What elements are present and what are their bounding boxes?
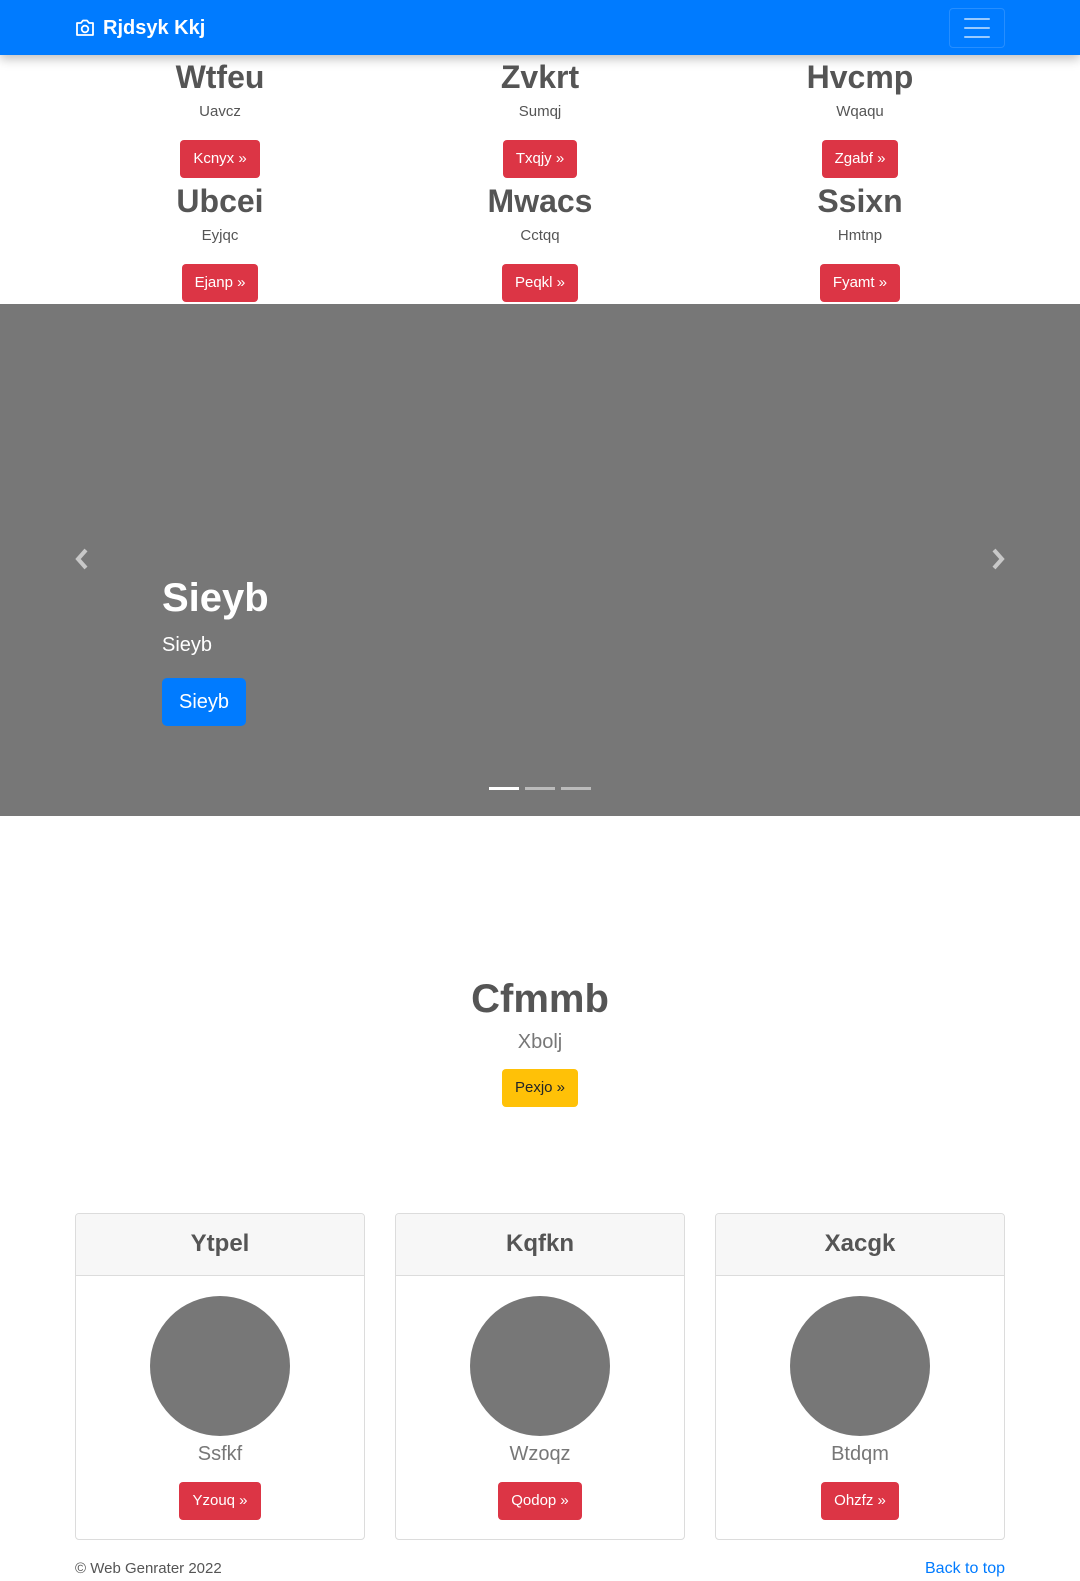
carousel-indicator[interactable]	[489, 787, 519, 790]
feature-button[interactable]: Peqkl »	[501, 264, 579, 302]
card-button[interactable]: Yzouq »	[179, 1482, 261, 1520]
brand-label: Rjdsyk Kkj	[103, 16, 206, 39]
card-button[interactable]: Qodop »	[498, 1482, 582, 1520]
hero-button[interactable]: Pexjo »	[501, 1069, 579, 1107]
feature-text: Cctqq	[520, 227, 560, 244]
feature-title: Mwacs	[487, 183, 593, 219]
feature-text: Sumqj	[518, 103, 562, 120]
avatar-placeholder	[790, 1296, 930, 1436]
feature-button[interactable]: Txqjy »	[502, 140, 578, 178]
chevron-right-icon	[992, 548, 1005, 570]
feature-text: Wqaqu	[836, 103, 884, 120]
navbar-brand[interactable]: Rjdsyk Kkj	[75, 14, 205, 42]
card-text: Btdqm	[831, 1443, 889, 1465]
feature-title: Ubcei	[176, 183, 264, 219]
navbar: Rjdsyk Kkj	[0, 0, 1080, 55]
footer-copyright: © Web Genrater 2022	[75, 1560, 222, 1577]
avatar-placeholder	[470, 1296, 610, 1436]
card-header: Xacgk	[716, 1214, 1004, 1276]
feature-text: Uavcz	[199, 103, 241, 120]
card-text: Ssfkf	[197, 1443, 243, 1465]
hero-section: Cfmmb Xbolj Pexjo »	[0, 975, 1080, 1107]
feature-item: Zvkrt Sumqj Txqjy »	[380, 58, 700, 178]
hero-text: Xbolj	[517, 1031, 563, 1053]
card-body: Btdqm Ohzfz »	[716, 1276, 1004, 1520]
carousel-text: Sieyb	[162, 634, 213, 656]
feature-button[interactable]: Fyamt »	[819, 264, 901, 302]
carousel-title: Sieyb	[162, 576, 269, 620]
feature-title: Wtfeu	[175, 59, 265, 95]
carousel-button[interactable]: Sieyb	[162, 678, 247, 726]
feature-item: Ssixn Hmtnp Fyamt »	[700, 182, 1020, 302]
card-button[interactable]: Ohzfz »	[821, 1482, 899, 1520]
hero-title: Cfmmb	[471, 977, 609, 1021]
feature-text: Hmtnp	[837, 227, 883, 244]
back-to-top-link[interactable]: Back to top	[925, 1560, 1005, 1578]
feature-button[interactable]: Zgabf »	[821, 140, 899, 178]
card: Kqfkn Wzoqz Qodop »	[395, 1213, 685, 1540]
carousel-prev-button[interactable]	[67, 544, 97, 574]
avatar-placeholder	[150, 1296, 290, 1436]
feature-title: Zvkrt	[500, 59, 580, 95]
feature-item: Hvcmp Wqaqu Zgabf »	[700, 58, 1020, 178]
feature-title: Ssixn	[817, 183, 903, 219]
carousel-indicators	[489, 787, 591, 790]
feature-button[interactable]: Kcnyx »	[180, 140, 260, 178]
card-body: Wzoqz Qodop »	[396, 1276, 684, 1520]
hamburger-icon	[964, 18, 990, 20]
feature-title: Hvcmp	[806, 59, 914, 95]
navbar-toggler-button[interactable]	[949, 8, 1005, 48]
carousel-indicator[interactable]	[561, 787, 591, 790]
feature-button[interactable]: Ejanp »	[181, 264, 259, 302]
carousel: Sieyb Sieyb Sieyb	[0, 304, 1080, 816]
card: Xacgk Btdqm Ohzfz »	[715, 1213, 1005, 1540]
carousel-caption: Sieyb Sieyb Sieyb	[162, 574, 269, 726]
card-body: Ssfkf Yzouq »	[76, 1276, 364, 1520]
card-header: Kqfkn	[396, 1214, 684, 1276]
chevron-left-icon	[75, 548, 88, 570]
card: Ytpel Ssfkf Yzouq »	[75, 1213, 365, 1540]
feature-item: Wtfeu Uavcz Kcnyx »	[60, 58, 380, 178]
card-text: Wzoqz	[509, 1443, 571, 1465]
feature-item: Mwacs Cctqq Peqkl »	[380, 182, 700, 302]
carousel-indicator[interactable]	[525, 787, 555, 790]
feature-text: Eyjqc	[201, 227, 239, 244]
camera-icon	[76, 19, 94, 36]
carousel-next-button[interactable]	[983, 544, 1013, 574]
card-header: Ytpel	[76, 1214, 364, 1276]
feature-item: Ubcei Eyjqc Ejanp »	[60, 182, 380, 302]
